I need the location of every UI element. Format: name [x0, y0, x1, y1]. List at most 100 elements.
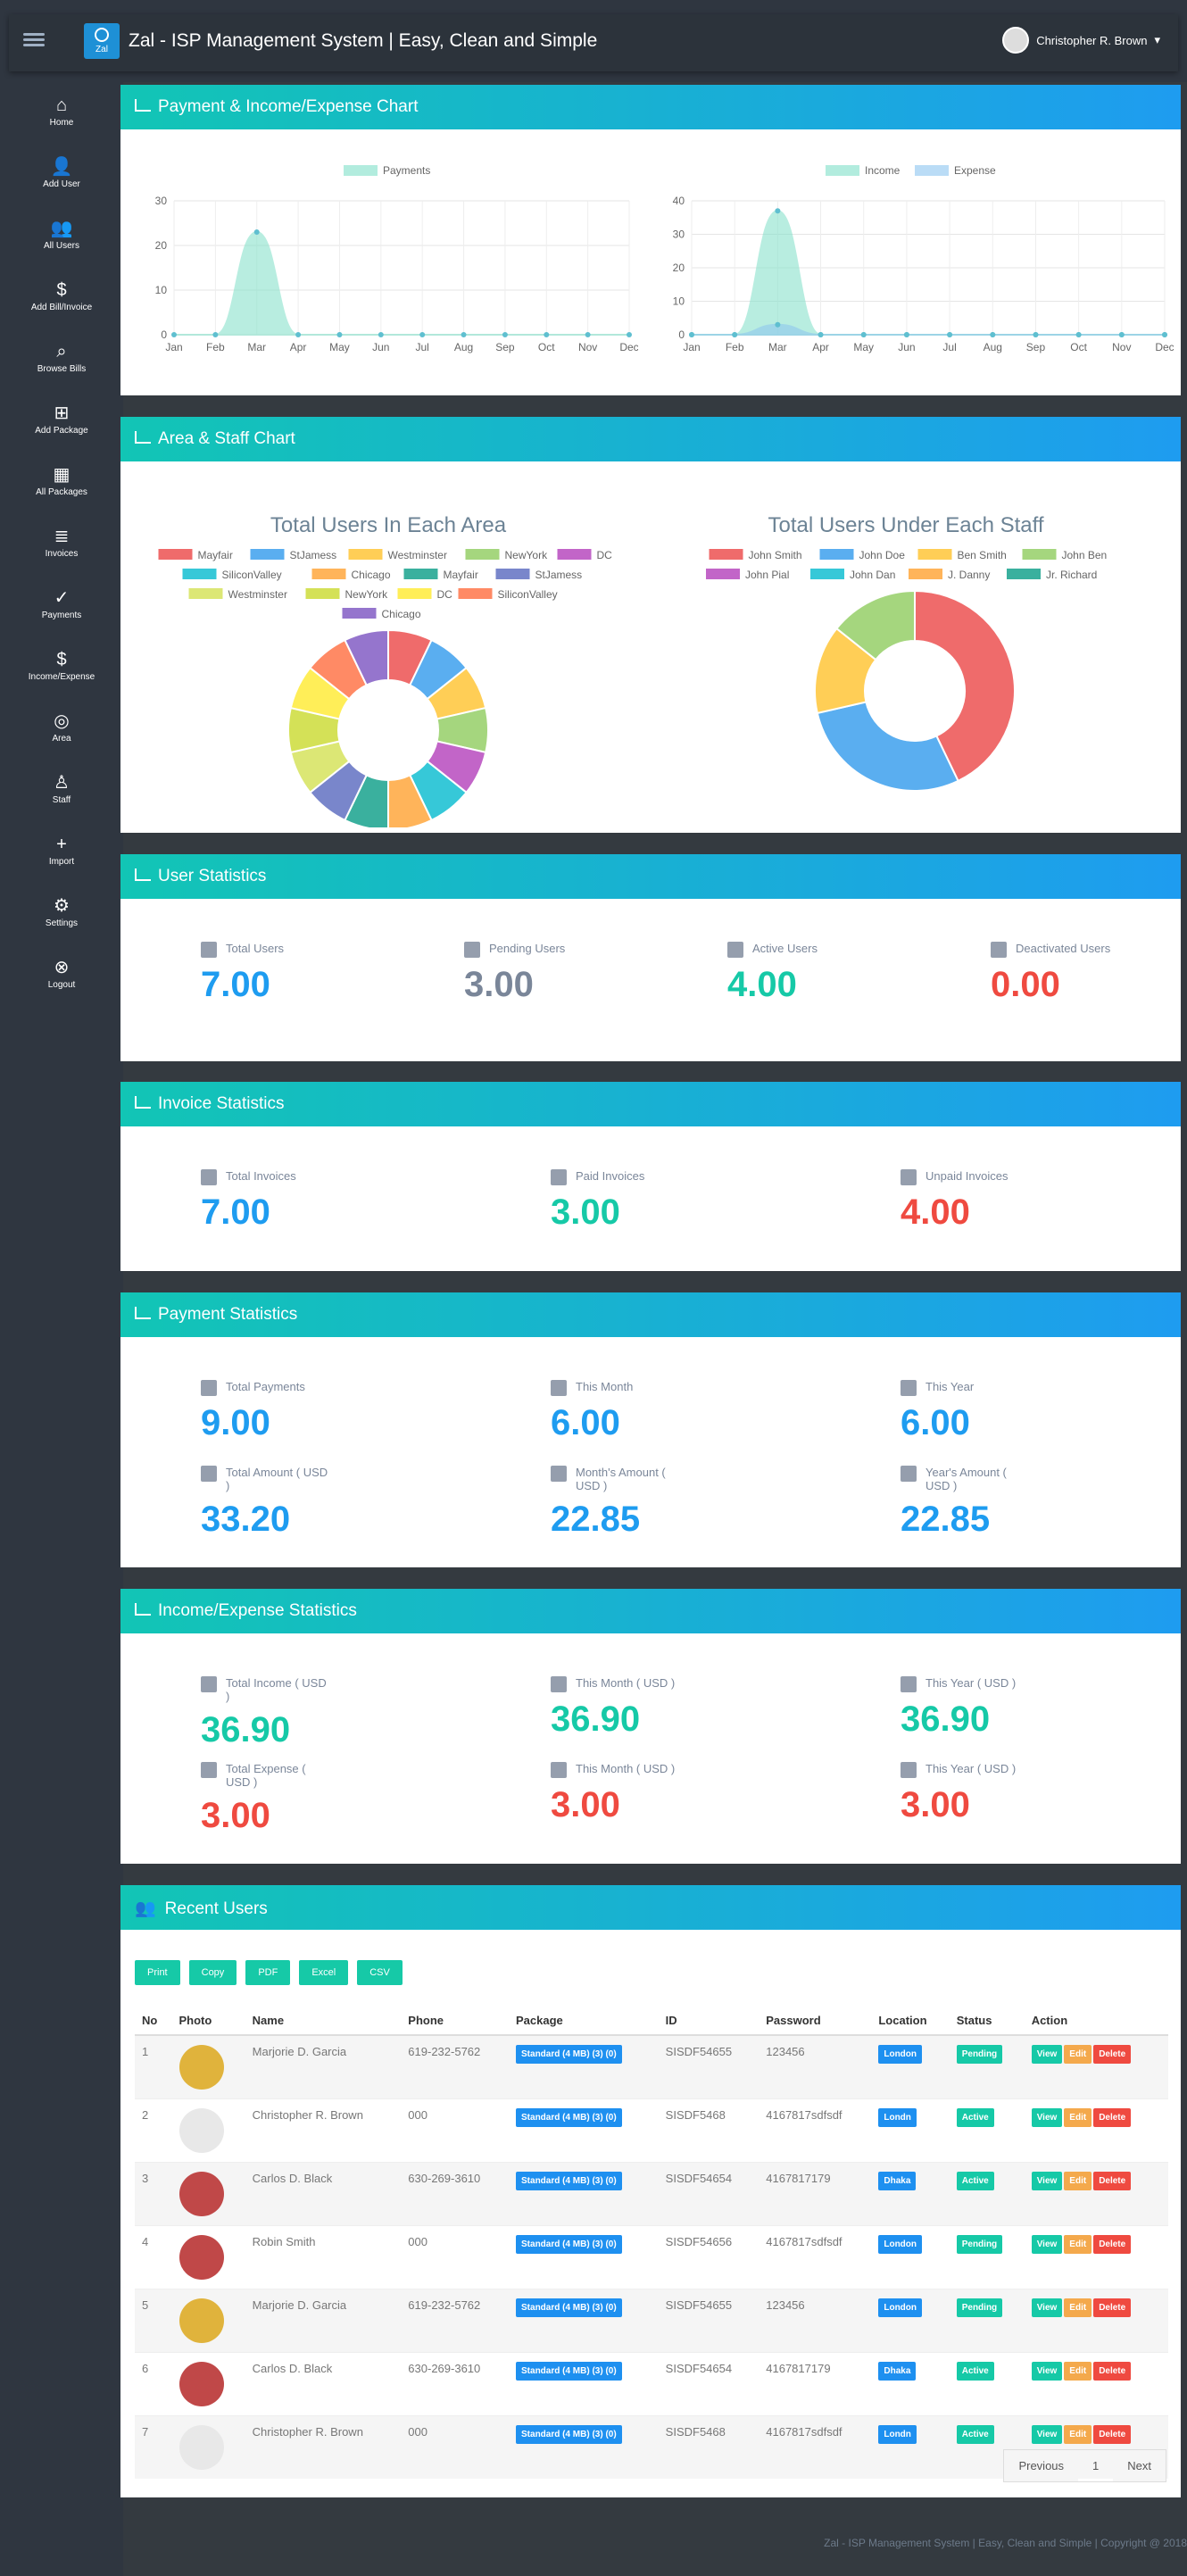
sidebar-item-label: Home [49, 118, 74, 128]
menu-icon[interactable] [23, 30, 45, 52]
edit-button[interactable]: Edit [1064, 2235, 1092, 2254]
x-tick-label: Oct [1070, 341, 1087, 353]
view-button[interactable]: View [1031, 2235, 1063, 2254]
sidebar-item-browse-bills[interactable]: ⌕ Browse Bills [0, 328, 123, 390]
cell-action: View Edit Delete [1024, 2289, 1168, 2353]
cell-action: View Edit Delete [1024, 2225, 1168, 2289]
package-badge: Standard (4 MB) (3) (0) [516, 2425, 622, 2444]
delete-button[interactable]: Delete [1093, 2172, 1132, 2190]
stat-value: 6.00 [551, 1403, 620, 1442]
view-button[interactable]: View [1031, 2425, 1063, 2444]
sidebar-item-label: Add Bill/Invoice [30, 303, 93, 312]
sidebar-item-staff[interactable]: ♙ Staff [0, 760, 123, 821]
stat-value: 22.85 [901, 1500, 991, 1539]
column-header-no[interactable]: No [135, 2007, 172, 2036]
view-button[interactable]: View [1031, 2362, 1063, 2381]
sidebar-item-add-user[interactable]: 👤 Add User [0, 144, 123, 205]
staff-chart-title: Total Users Under Each Staff [768, 513, 1044, 537]
sidebar-item-import[interactable]: + Import [0, 821, 123, 883]
column-header-package[interactable]: Package [509, 2007, 659, 2036]
sidebar-item-settings[interactable]: ⚙ Settings [0, 883, 123, 944]
column-header-photo[interactable]: Photo [171, 2007, 245, 2036]
column-header-password[interactable]: Password [759, 2007, 872, 2036]
edit-button[interactable]: Edit [1064, 2298, 1092, 2317]
delete-button[interactable]: Delete [1093, 2045, 1132, 2064]
cell-id: SISDF54655 [658, 2034, 760, 2099]
column-header-name[interactable]: Name [245, 2007, 402, 2036]
stat-label: Pending Users [489, 942, 566, 955]
view-button[interactable]: View [1031, 2045, 1063, 2064]
edit-button[interactable]: Edit [1064, 2362, 1092, 2381]
sidebar-item-logout[interactable]: ⊗ Logout [0, 944, 123, 1006]
card-title: Area & Staff Chart [158, 429, 295, 448]
stat-value: 3.00 [551, 1192, 620, 1232]
column-header-id[interactable]: ID [658, 2007, 760, 2036]
edit-button[interactable]: Edit [1064, 2425, 1092, 2444]
legend-swatch [909, 569, 942, 579]
sidebar-item-add-bill-invoice[interactable]: $ Add Bill/Invoice [0, 267, 123, 328]
column-header-status[interactable]: Status [949, 2007, 1025, 2036]
sidebar-item-all-users[interactable]: 👥 All Users [0, 205, 123, 267]
cell-location: Dhaka [871, 2352, 950, 2416]
sidebar-item-invoices[interactable]: ≣ Invoices [0, 513, 123, 575]
delete-button[interactable]: Delete [1093, 2108, 1132, 2127]
dollar-icon [201, 1762, 217, 1778]
x-tick-label: May [329, 341, 350, 353]
x-tick-label: May [853, 341, 874, 353]
view-button[interactable]: View [1031, 2298, 1063, 2317]
copy-export-button[interactable]: Copy [188, 1960, 237, 1985]
sidebar-item-home[interactable]: ⌂ Home [0, 82, 123, 144]
delete-button[interactable]: Delete [1093, 2362, 1132, 2381]
y-tick-label: 10 [155, 284, 168, 296]
page-1-button[interactable]: 1 [1078, 2450, 1113, 2481]
column-header-action[interactable]: Action [1024, 2007, 1168, 2036]
x-tick-label: Mar [768, 341, 787, 353]
cell-location: Londn [871, 2415, 950, 2479]
avatar [178, 2172, 224, 2216]
cell-no: 2 [135, 2098, 172, 2163]
cell-no: 7 [135, 2415, 172, 2479]
avatar [1002, 27, 1030, 54]
sidebar-item-income-expense[interactable]: $ Income/Expense [0, 636, 123, 698]
users-icon: 👥 [135, 1899, 156, 1918]
dollar-icon [901, 1676, 917, 1692]
x-tick-label: Nov [1112, 341, 1131, 353]
print-export-button[interactable]: Print [135, 1960, 180, 1985]
view-button[interactable]: View [1031, 2172, 1063, 2190]
x-tick-label: Jun [372, 341, 389, 353]
delete-button[interactable]: Delete [1093, 2298, 1132, 2317]
legend-label: Income [865, 164, 901, 177]
gear-icon: ⚙ [54, 896, 70, 916]
column-header-phone[interactable]: Phone [401, 2007, 510, 2036]
logo[interactable]: Zal [84, 23, 120, 59]
next-button[interactable]: Next [1113, 2450, 1166, 2481]
sidebar-item-add-package[interactable]: ⊞ Add Package [0, 390, 123, 452]
user-menu[interactable]: Christopher R. Brown ▾ [1002, 27, 1160, 54]
stat-label: This Month ( USD ) [576, 1762, 676, 1775]
excel-export-button[interactable]: Excel [299, 1960, 349, 1985]
dollar-icon [551, 1762, 567, 1778]
location-badge: London [878, 2235, 923, 2254]
sidebar-item-area[interactable]: ◎ Area [0, 698, 123, 760]
sidebar-item-label: Staff [52, 795, 71, 805]
y-tick-label: 20 [673, 262, 685, 274]
edit-button[interactable]: Edit [1064, 2108, 1092, 2127]
edit-button[interactable]: Edit [1064, 2172, 1092, 2190]
pdf-export-button[interactable]: PDF [245, 1960, 291, 1985]
sidebar-item-payments[interactable]: ✓ Payments [0, 575, 123, 636]
clipboard-check-icon [901, 1380, 917, 1396]
csv-export-button[interactable]: CSV [357, 1960, 403, 1985]
column-header-location[interactable]: Location [871, 2007, 950, 2036]
data-point [1162, 332, 1167, 337]
data-point [295, 332, 302, 337]
view-button[interactable]: View [1031, 2108, 1063, 2127]
delete-button[interactable]: Delete [1093, 2425, 1132, 2444]
prev-button[interactable]: Previous [1004, 2450, 1079, 2481]
edit-button[interactable]: Edit [1064, 2045, 1092, 2064]
delete-button[interactable]: Delete [1093, 2235, 1132, 2254]
user-name: Christopher R. Brown [1036, 33, 1148, 47]
legend-label: DC [437, 588, 453, 601]
legend-label: SiliconValley [498, 588, 558, 601]
sidebar-item-all-packages[interactable]: ▦ All Packages [0, 452, 123, 513]
y-tick-label: 0 [678, 328, 685, 341]
